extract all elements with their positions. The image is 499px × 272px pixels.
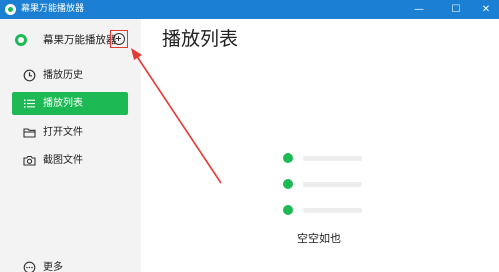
player-logo-icon [15, 34, 27, 46]
placeholder-row [283, 153, 363, 163]
sidebar-item-open-file[interactable]: 打开文件 [12, 121, 128, 144]
app-window: 幕果万能播放器 — ☐ ✕ 幕果万能播放器 播放历史 播放列表 打开文件 截图文… [0, 0, 499, 272]
green-dot-icon [283, 205, 293, 215]
placeholder-line [303, 208, 362, 213]
sidebar-item-playlist[interactable]: 播放列表 [12, 92, 128, 115]
sidebar: 幕果万能播放器 播放历史 播放列表 打开文件 截图文件 更多 [0, 19, 141, 272]
placeholder-line [303, 182, 362, 187]
list-icon [24, 99, 35, 108]
camera-icon [23, 155, 36, 166]
minimize-button[interactable]: — [404, 0, 434, 19]
sidebar-item-history[interactable]: 播放历史 [12, 64, 128, 87]
empty-state-text: 空空如也 [297, 232, 341, 245]
green-dot-icon [283, 179, 293, 189]
sidebar-item-label: 打开文件 [43, 127, 83, 138]
close-button[interactable]: ✕ [471, 0, 499, 19]
placeholder-row [283, 179, 363, 189]
sidebar-item-screenshots[interactable]: 截图文件 [12, 149, 128, 172]
title-bar: 幕果万能播放器 — ☐ ✕ [0, 0, 499, 19]
main-panel: 播放列表 空空如也 [141, 19, 499, 272]
brand-name: 幕果万能播放器 [43, 34, 117, 46]
sidebar-item-more[interactable]: 更多 [12, 256, 128, 272]
sidebar-item-label: 播放列表 [43, 98, 83, 109]
more-dots-icon [23, 261, 36, 272]
clock-icon [23, 69, 36, 82]
placeholder-row [283, 205, 363, 215]
placeholder-line [303, 156, 362, 161]
sidebar-item-label: 播放历史 [43, 70, 83, 81]
sidebar-item-label: 截图文件 [43, 155, 83, 166]
plus-circle-icon [112, 32, 125, 45]
app-logo-icon [5, 4, 16, 15]
green-dot-icon [283, 153, 293, 163]
maximize-button[interactable]: ☐ [441, 0, 471, 19]
sidebar-item-label: 更多 [43, 262, 63, 272]
page-title: 播放列表 [162, 28, 239, 50]
window-title: 幕果万能播放器 [21, 4, 85, 14]
folder-icon [23, 128, 36, 138]
add-playlist-button[interactable] [110, 30, 128, 48]
